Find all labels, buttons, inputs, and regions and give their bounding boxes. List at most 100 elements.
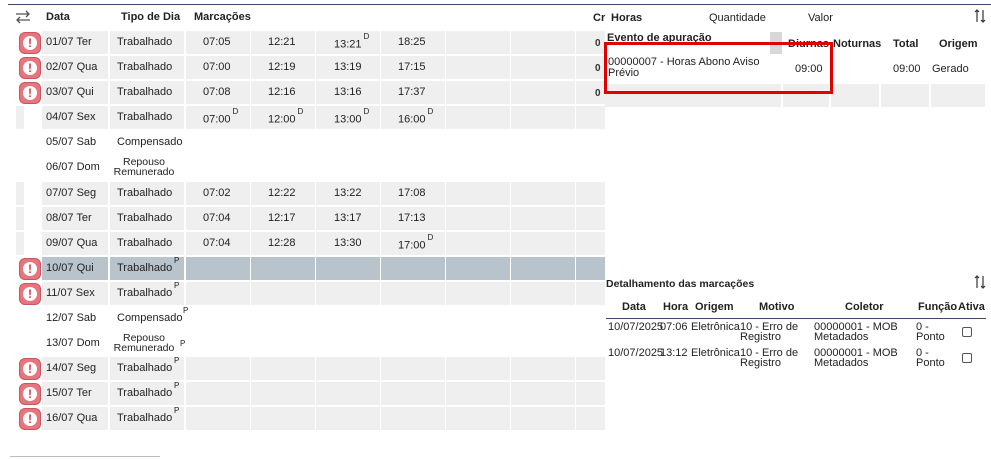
mark-time[interactable]: 07:08	[203, 86, 231, 98]
mark-time[interactable]: 17:13	[398, 212, 426, 224]
table-row[interactable]: 01/07 Ter Trabalhado 07:05 12:21 13:21D 18:25	[0, 31, 605, 55]
row-marker	[16, 207, 24, 230]
header-hours[interactable]: Horas	[611, 12, 642, 24]
table-row[interactable]: 07/07 Seg Trabalhado 07:02 12:22 13:22 17:08	[0, 182, 605, 206]
row-date: 05/07 Sab	[46, 136, 97, 148]
mark-time[interactable]: 07:00D	[203, 107, 238, 126]
table-row[interactable]: 04/07 Sex Trabalhado 07:00D 12:00D 13:00D 16:…	[0, 106, 605, 130]
mark-time[interactable]: 18:25	[398, 36, 426, 48]
active-checkbox[interactable]	[962, 353, 972, 363]
details-header-collector[interactable]: Coletor	[845, 301, 884, 313]
table-row[interactable]: 05/07 Sab Compensado	[0, 131, 589, 155]
mark-time[interactable]: 12:16	[268, 86, 296, 98]
table-cell	[511, 56, 575, 79]
table-cell	[251, 257, 315, 280]
sort-icon[interactable]	[974, 9, 986, 23]
row-day-type: Trabalhado	[117, 387, 173, 399]
mark-time[interactable]: 13:16	[334, 86, 362, 98]
mark-time[interactable]: 07:04	[203, 237, 231, 249]
table-cell	[511, 156, 575, 179]
table-row[interactable]: 08/07 Ter Trabalhado 07:04 12:17 13:17 17:13	[0, 207, 605, 231]
mark-time[interactable]: 17:15	[398, 61, 426, 73]
alert-icon[interactable]	[19, 408, 41, 430]
header-day-type[interactable]: Tipo de Dia	[121, 11, 180, 23]
active-checkbox[interactable]	[962, 327, 972, 337]
table-cell	[511, 81, 575, 104]
mark-time[interactable]: 13:00D	[334, 107, 369, 126]
mark-time[interactable]: 13:30	[334, 237, 362, 249]
event-total: 09:00	[893, 63, 921, 75]
swap-columns-icon[interactable]	[14, 10, 32, 24]
details-header-active[interactable]: Ativa	[958, 301, 985, 313]
mark-time[interactable]: 07:05	[203, 36, 231, 48]
mark-time[interactable]: 12:17	[268, 212, 296, 224]
alert-icon[interactable]	[19, 358, 41, 380]
alert-icon[interactable]	[19, 82, 41, 104]
table-cell	[446, 282, 510, 305]
header-value[interactable]: Valor	[808, 12, 833, 24]
mark-time[interactable]: 12:19	[268, 61, 296, 73]
header-origin[interactable]: Origem	[939, 38, 978, 50]
header-night-hours[interactable]: Noturnas	[833, 38, 881, 50]
table-cell	[446, 357, 510, 380]
table-cell	[316, 332, 380, 355]
table-row[interactable]: 11/07 Sex TrabalhadoP	[0, 281, 605, 306]
table-cell	[446, 31, 510, 54]
table-cell	[251, 357, 315, 380]
sort-icon[interactable]	[974, 275, 986, 289]
details-header-function[interactable]: Função	[918, 301, 957, 313]
table-cell	[511, 282, 575, 305]
table-row[interactable]: 06/07 Dom Repouso Remunerado	[0, 156, 589, 180]
mark-time[interactable]: 12:22	[268, 187, 296, 199]
table-row[interactable]: 10/07 Qui TrabalhadoP	[0, 256, 605, 281]
table-cell	[186, 257, 250, 280]
cr-stub: 0	[595, 38, 601, 49]
table-row[interactable]: 13/07 Dom Repouso Remunerado P	[0, 332, 589, 356]
mark-time[interactable]: 13:22	[334, 187, 362, 199]
table-row[interactable]: 15/07 Ter TrabalhadoP	[0, 381, 605, 406]
table-row[interactable]: 02/07 Qua Trabalhado 07:00 12:19 13:19 17:15	[0, 56, 605, 80]
mark-time[interactable]: 13:19	[334, 61, 362, 73]
details-header-origin[interactable]: Origem	[695, 301, 734, 313]
mark-time[interactable]: 17:08	[398, 187, 426, 199]
table-cell	[186, 382, 250, 405]
header-date[interactable]: Data	[46, 11, 70, 23]
detail-date: 10/07/2025	[608, 321, 664, 333]
alert-icon[interactable]	[19, 283, 41, 305]
table-row[interactable]: 03/07 Qui Trabalhado 07:08 12:16 13:16 17:37	[0, 81, 605, 105]
mark-time[interactable]: 17:37	[398, 86, 426, 98]
mark-time[interactable]: 17:00D	[398, 233, 433, 252]
mark-time[interactable]: 12:21	[268, 36, 296, 48]
mark-time[interactable]: 12:00D	[268, 107, 303, 126]
alert-icon[interactable]	[19, 383, 41, 405]
table-cell	[446, 207, 510, 230]
header-quantity[interactable]: Quantidade	[709, 12, 766, 24]
mark-time[interactable]: 07:00	[203, 61, 231, 73]
table-cell	[511, 207, 575, 230]
mark-time[interactable]: 13:21D	[334, 32, 369, 51]
table-row[interactable]: 14/07 Seg TrabalhadoP	[0, 356, 605, 381]
table-row[interactable]: 09/07 Qua Trabalhado 07:04 12:28 13:30 17:00D	[0, 232, 605, 256]
row-day-type: Trabalhado	[117, 262, 173, 274]
table-cell	[186, 131, 250, 154]
mark-time[interactable]: 12:28	[268, 237, 296, 249]
header-marks[interactable]: Marcações	[194, 11, 251, 23]
details-header-date[interactable]: Data	[622, 301, 646, 313]
table-cell	[316, 131, 380, 154]
alert-icon[interactable]	[19, 57, 41, 79]
row-day-type: Compensado	[117, 312, 183, 324]
mark-time[interactable]: 07:02	[203, 187, 231, 199]
table-row[interactable]: 12/07 Sab Compensado P	[0, 306, 589, 331]
header-total[interactable]: Total	[893, 38, 918, 50]
alert-icon[interactable]	[19, 32, 41, 54]
details-header-time[interactable]: Hora	[663, 301, 688, 313]
table-cell	[511, 106, 575, 129]
mark-time[interactable]: 07:04	[203, 212, 231, 224]
table-row[interactable]: 16/07 Qua TrabalhadoP	[0, 406, 605, 431]
header-cr[interactable]: Cr	[593, 12, 605, 24]
mark-time[interactable]: 13:17	[334, 212, 362, 224]
details-header-reason[interactable]: Motivo	[759, 301, 794, 313]
table-cell	[186, 307, 250, 330]
alert-icon[interactable]	[19, 258, 41, 280]
mark-time[interactable]: 16:00D	[398, 107, 433, 126]
